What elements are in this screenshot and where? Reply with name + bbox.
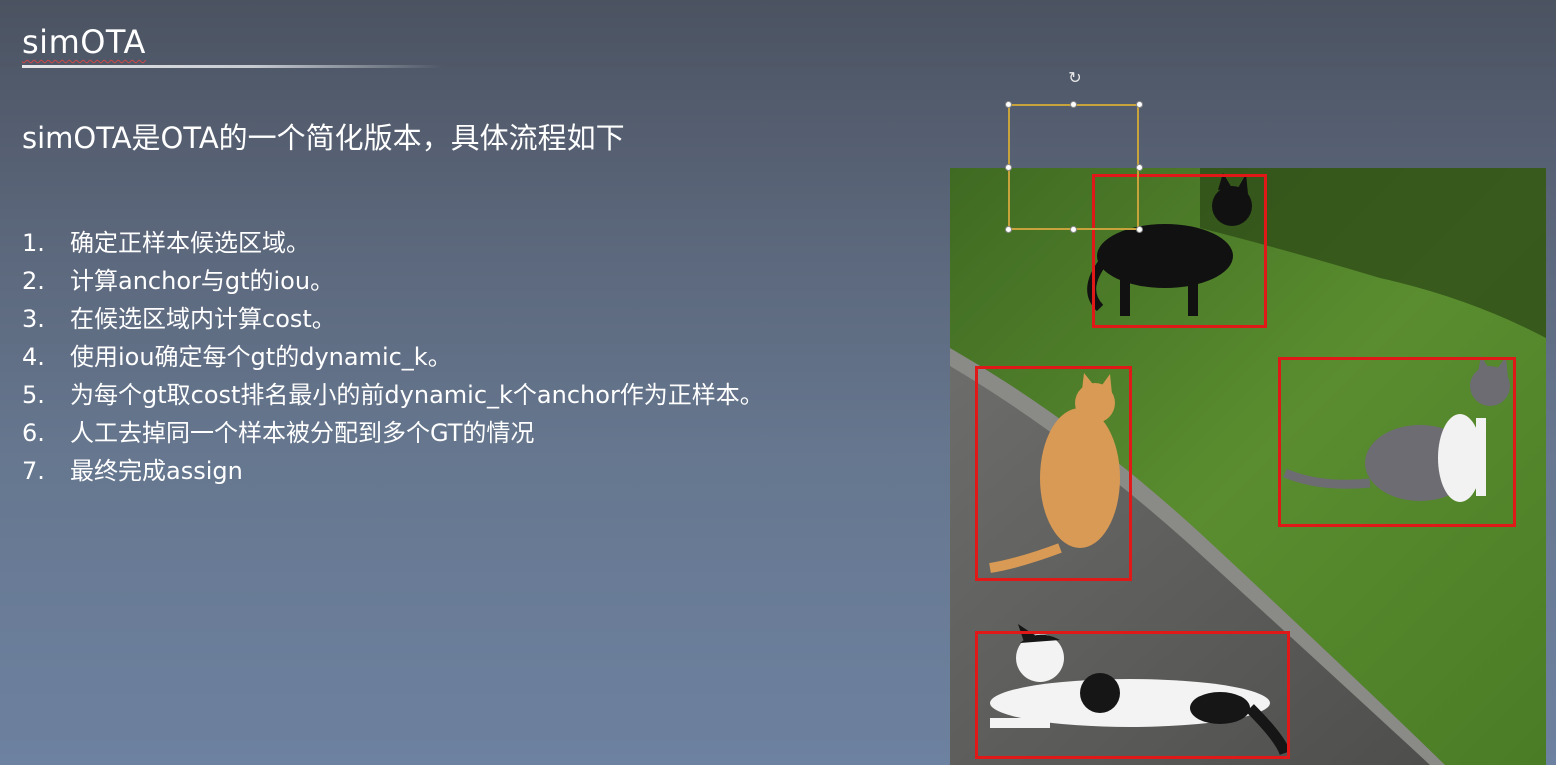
step-number: 2.: [22, 267, 45, 295]
rotate-icon[interactable]: ↻: [1066, 69, 1084, 87]
list-item: 4. 使用iou确定每个gt的dynamic_k。: [22, 338, 764, 376]
step-number: 3.: [22, 305, 45, 333]
list-item: 5. 为每个gt取cost排名最小的前dynamic_k个anchor作为正样本。: [22, 376, 764, 414]
step-text: 确定正样本候选区域。: [70, 229, 310, 257]
list-item: 3. 在候选区域内计算cost。: [22, 300, 764, 338]
detection-box-lying-cat: [975, 631, 1290, 759]
step-number: 7.: [22, 457, 45, 485]
slide-title: simOTA: [22, 23, 146, 61]
resize-handle-bottom-left[interactable]: [1005, 226, 1012, 233]
list-item: 2. 计算anchor与gt的iou。: [22, 262, 764, 300]
step-text: 使用iou确定每个gt的dynamic_k。: [70, 343, 452, 371]
step-text: 人工去掉同一个样本被分配到多个GT的情况: [70, 419, 535, 447]
resize-handle-top-right[interactable]: [1136, 101, 1143, 108]
resize-handle-bottom[interactable]: [1070, 226, 1077, 233]
slide-subtitle: simOTA是OTA的一个简化版本，具体流程如下: [22, 121, 625, 155]
step-text: 计算anchor与gt的iou。: [70, 267, 335, 295]
resize-handle-bottom-right[interactable]: [1136, 226, 1143, 233]
detection-box-gray-white-cat: [1278, 357, 1516, 527]
title-underline: [22, 65, 442, 68]
cats-photo[interactable]: [950, 168, 1546, 765]
steps-list: 1. 确定正样本候选区域。 2. 计算anchor与gt的iou。 3. 在候选区域内…: [22, 224, 764, 490]
step-number: 6.: [22, 419, 45, 447]
step-text: 为每个gt取cost排名最小的前dynamic_k个anchor作为正样本。: [70, 381, 764, 409]
list-item: 7. 最终完成assign: [22, 452, 764, 490]
step-number: 1.: [22, 229, 45, 257]
resize-handle-top[interactable]: [1070, 101, 1077, 108]
list-item: 1. 确定正样本候选区域。: [22, 224, 764, 262]
resize-handle-right[interactable]: [1136, 164, 1143, 171]
step-number: 5.: [22, 381, 45, 409]
list-item: 6. 人工去掉同一个样本被分配到多个GT的情况: [22, 414, 764, 452]
selected-shape-frame[interactable]: [1008, 104, 1139, 230]
step-text: 在候选区域内计算cost。: [70, 305, 336, 333]
resize-handle-left[interactable]: [1005, 164, 1012, 171]
step-text: 最终完成assign: [70, 457, 243, 485]
step-number: 4.: [22, 343, 45, 371]
detection-box-orange-cat: [975, 366, 1132, 581]
resize-handle-top-left[interactable]: [1005, 101, 1012, 108]
